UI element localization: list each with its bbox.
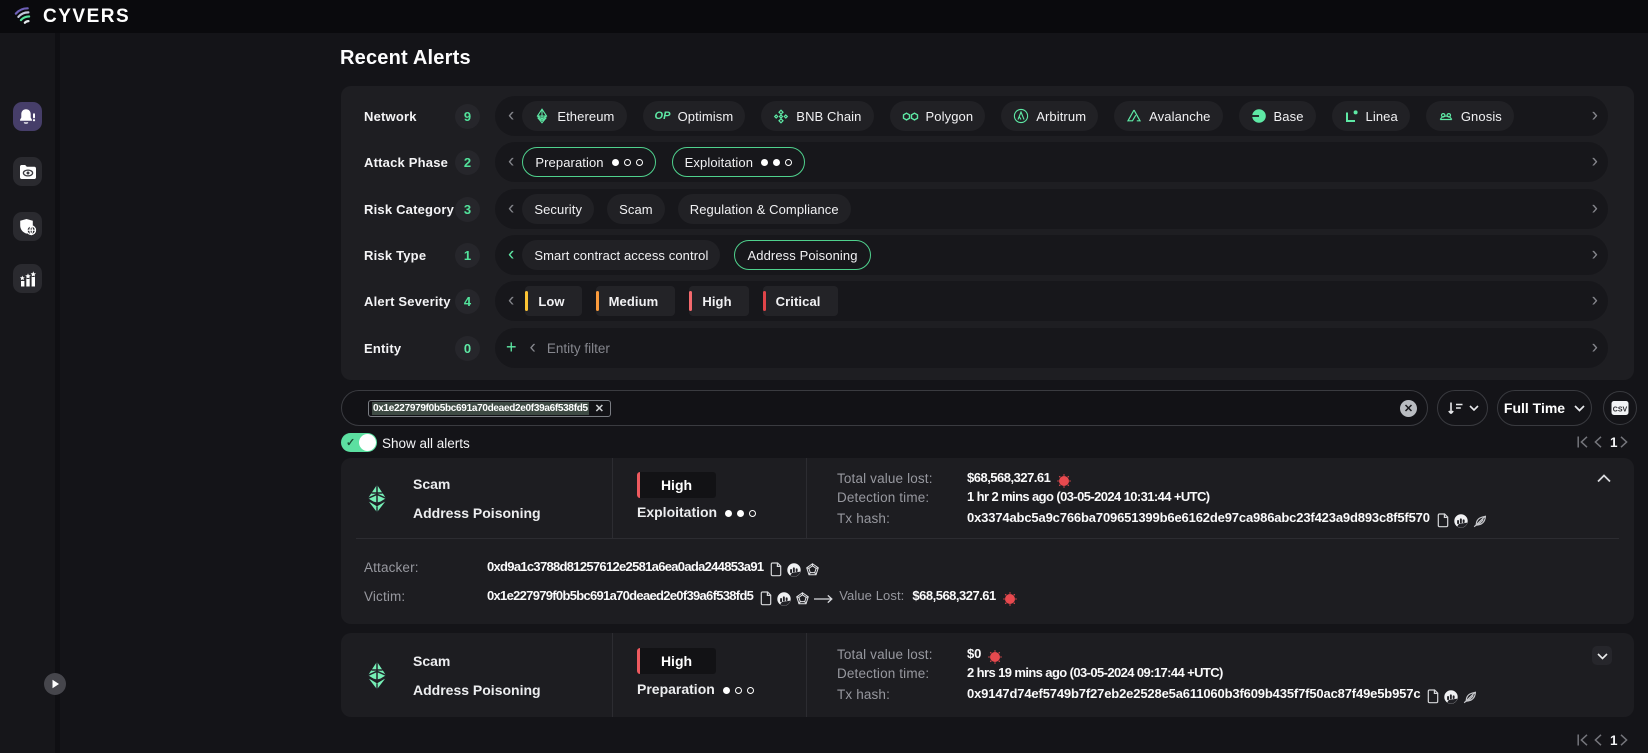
svg-text:CSV: CSV (1613, 406, 1628, 413)
svg-text:1: 1 (1610, 435, 1618, 450)
svg-text:1: 1 (1610, 733, 1618, 748)
